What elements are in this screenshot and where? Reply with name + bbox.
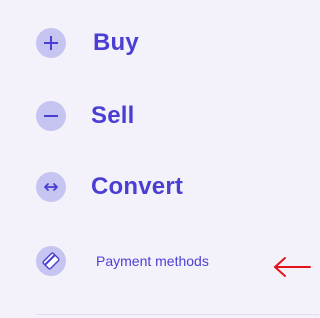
action-menu: Buy Sell Convert Payment methods (0, 0, 319, 318)
menu-item-label: Buy (93, 29, 139, 56)
menu-item-label: Sell (91, 102, 135, 129)
minus-icon (36, 101, 66, 131)
payment-card-icon (36, 246, 66, 276)
menu-item-convert[interactable]: Convert (36, 172, 183, 202)
menu-item-label: Payment methods (96, 253, 209, 269)
annotation-arrow-icon (274, 257, 311, 277)
convert-arrows-icon (36, 172, 66, 202)
menu-item-label: Convert (91, 173, 184, 200)
plus-icon (36, 28, 66, 58)
divider (36, 314, 319, 315)
menu-item-buy[interactable]: Buy (36, 28, 139, 58)
menu-item-sell[interactable]: Sell (36, 101, 135, 131)
menu-item-payment-methods[interactable]: Payment methods (36, 246, 209, 276)
